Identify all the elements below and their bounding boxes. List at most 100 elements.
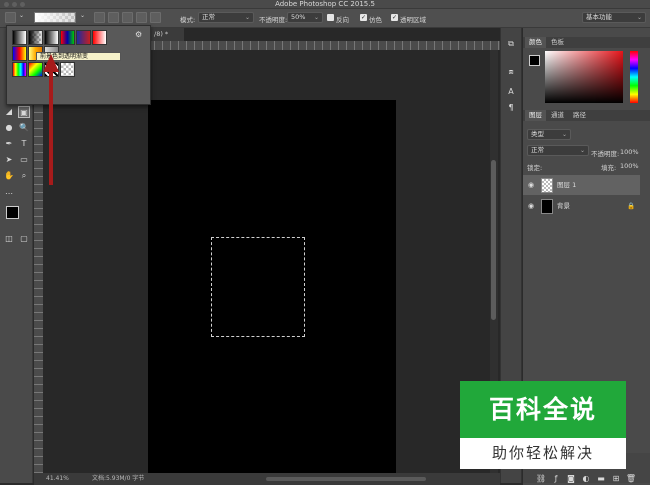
reverse-checkbox[interactable] (327, 14, 334, 21)
layer-row[interactable]: ◉ 图层 1 (523, 175, 640, 195)
gradient-swatch-red-green[interactable] (60, 30, 75, 45)
adjustment-layer-icon[interactable]: ◐ (580, 473, 592, 485)
watermark-title: 百科全说 (460, 381, 626, 438)
blur-tool-icon[interactable]: ● (3, 122, 15, 134)
mode-select-value: 正常 (202, 13, 215, 21)
tab-color[interactable]: 颜色 (525, 37, 546, 48)
eye-icon[interactable]: ◉ (528, 175, 534, 195)
radial-gradient-button[interactable] (108, 12, 119, 23)
gradient-swatch-foreground-to-background[interactable] (12, 30, 27, 45)
layers-panel-tabbar: 图层 通道 路径 (523, 110, 650, 121)
angle-gradient-button[interactable] (122, 12, 133, 23)
tab-channels[interactable]: 通道 (547, 110, 568, 121)
gradient-picker-popup: ⚙ (6, 25, 151, 105)
pen-tool-icon[interactable]: ✒ (3, 138, 15, 150)
chevron-down-icon: ⌄ (636, 14, 642, 21)
dodge-tool-icon[interactable]: 🔍 (18, 122, 30, 134)
chevron-down-icon: ⌄ (561, 131, 567, 138)
red-arrow-annotation (43, 54, 59, 185)
reverse-label: 反向 (336, 16, 349, 24)
opacity-input[interactable]: 50% ⌄ (287, 12, 323, 23)
screen-mode-icon[interactable]: ▢ (18, 233, 30, 245)
paragraph-panel-icon[interactable]: ¶ (505, 102, 517, 114)
transparency-checkbox[interactable]: ✓ (391, 14, 398, 21)
trash-icon[interactable]: 🗑 (625, 473, 637, 485)
window-title: Adobe Photoshop CC 2015.5 (275, 0, 375, 8)
gradient-swatch-blue-red-yellow[interactable] (92, 30, 107, 45)
gradient-swatch-blue-yellow-blue[interactable] (12, 46, 27, 61)
tab-layers[interactable]: 图层 (525, 110, 546, 121)
gradient-swatch-black-white[interactable] (44, 30, 59, 45)
tab-paths[interactable]: 路径 (569, 110, 590, 121)
document-info: 文档:5.93M/0 字节 (92, 475, 145, 482)
gradient-swatch-violet-orange[interactable] (76, 30, 91, 45)
color-picker-field[interactable] (545, 51, 623, 103)
chevron-down-icon[interactable]: ⌄ (19, 12, 24, 19)
mode-label: 模式: (180, 16, 196, 24)
scrollbar-thumb[interactable] (491, 160, 496, 320)
gradient-swatch-spectrum[interactable] (12, 62, 27, 77)
transparency-label: 透明区域 (400, 16, 426, 24)
layer-style-icon[interactable]: ƒ (550, 473, 562, 485)
character-panel-icon[interactable]: A (505, 86, 517, 98)
chevron-down-icon: ⌄ (579, 147, 585, 154)
watermark-subtitle: 助你轻松解决 (491, 444, 594, 462)
diamond-gradient-button[interactable] (150, 12, 161, 23)
fill-value[interactable]: 100% (620, 162, 639, 170)
reflected-gradient-button[interactable] (136, 12, 147, 23)
foreground-color-swatch[interactable] (6, 206, 19, 219)
gradient-picker-chevron-icon[interactable]: ⌄ (80, 12, 85, 19)
zoom-tool-icon[interactable]: ⌕ (18, 170, 30, 182)
chevron-down-icon: ⌄ (313, 14, 319, 21)
gradient-tool-preset-icon[interactable] (5, 12, 16, 23)
workspace-select[interactable]: 基本功能 ⌄ (582, 12, 646, 23)
gradient-preview-swatch[interactable] (34, 12, 76, 23)
hand-tool-icon[interactable]: ✋ (3, 170, 15, 182)
layer-thumbnail (541, 199, 553, 214)
blend-mode-select[interactable]: 正常 ⌄ (527, 145, 589, 156)
tab-swatches[interactable]: 色板 (547, 37, 568, 48)
quick-mask-icon[interactable]: ◫ (3, 233, 15, 245)
properties-panel-icon[interactable]: ⧈ (505, 66, 517, 78)
status-bar: 41.41% 文档:5.93M/0 字节 (34, 473, 500, 485)
document-tab-label: /8) * (154, 30, 169, 38)
gear-icon[interactable]: ⚙ (135, 30, 142, 39)
chevron-down-icon: ⌄ (244, 14, 250, 21)
history-panel-icon[interactable]: ⧉ (505, 38, 517, 50)
new-group-icon[interactable]: ▬ (595, 473, 607, 485)
workspace-select-value: 基本功能 (586, 13, 612, 21)
gradient-tool-icon[interactable]: ▣ (18, 106, 30, 118)
layer-opacity-label: 不透明度: (591, 150, 620, 158)
color-panel-tabbar: 颜色 色板 (523, 37, 650, 48)
panel-foreground-swatch[interactable] (529, 55, 540, 66)
lock-icon: 🔒 (627, 202, 636, 210)
layer-filter-select[interactable]: 类型 ⌄ (527, 129, 571, 140)
eraser-tool-icon[interactable]: ◢ (3, 106, 15, 118)
type-tool-icon[interactable]: T (18, 138, 30, 150)
new-layer-icon[interactable]: ⊞ (610, 473, 622, 485)
gradient-swatch-foreground-to-transparent[interactable] (28, 30, 43, 45)
watermark-logo: 百科全说 助你轻松解决 (460, 381, 626, 469)
opacity-input-value: 50% (291, 13, 306, 21)
add-mask-icon[interactable]: ◙ (565, 473, 577, 485)
fill-label: 填充: (601, 164, 617, 172)
title-bar: Adobe Photoshop CC 2015.5 (0, 0, 650, 9)
link-layers-icon[interactable]: ⛓ (535, 473, 547, 485)
rectangle-tool-icon[interactable]: ▭ (18, 154, 30, 166)
layer-name: 背景 (557, 202, 570, 210)
hue-slider[interactable] (630, 51, 638, 103)
more-tools-icon[interactable]: ⋯ (3, 188, 15, 200)
dither-label: 仿色 (369, 16, 382, 24)
blend-mode-value: 正常 (531, 146, 544, 154)
eye-icon[interactable]: ◉ (528, 196, 534, 216)
layer-opacity-value[interactable]: 100% (620, 148, 639, 156)
opacity-label: 不透明度: (259, 16, 288, 24)
linear-gradient-button[interactable] (94, 12, 105, 23)
zoom-level[interactable]: 41.41% (46, 473, 69, 485)
dither-checkbox[interactable]: ✓ (360, 14, 367, 21)
marquee-selection[interactable] (211, 237, 305, 337)
horizontal-scrollbar[interactable] (266, 477, 426, 481)
mode-select[interactable]: 正常 ⌄ (198, 12, 254, 23)
layer-row[interactable]: ◉ 背景 🔒 (523, 196, 640, 216)
path-selection-tool-icon[interactable]: ➤ (3, 154, 15, 166)
